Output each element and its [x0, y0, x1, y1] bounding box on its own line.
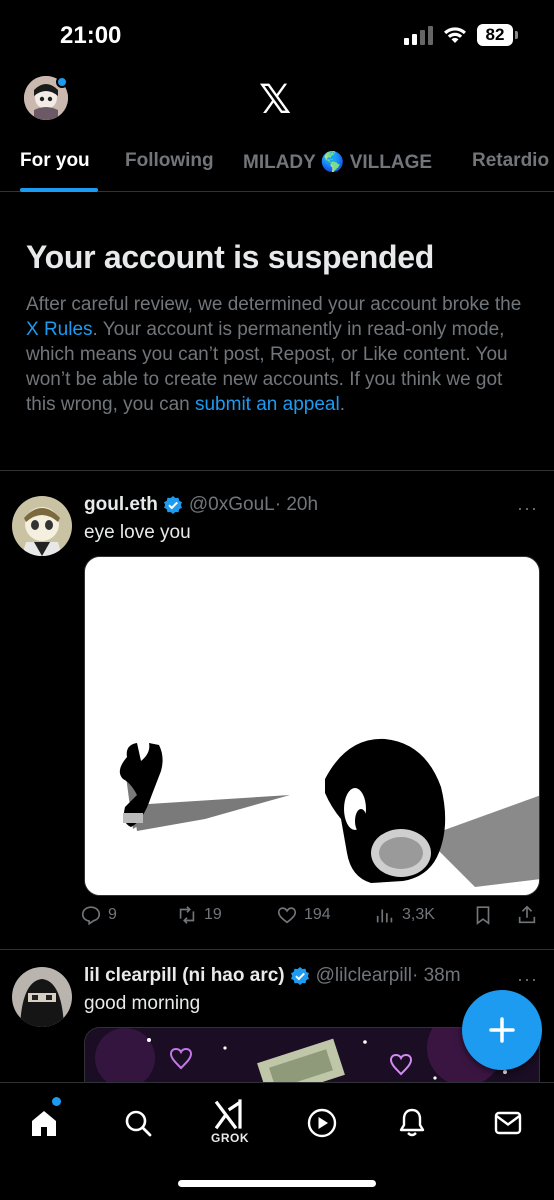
battery-level: 82	[477, 24, 513, 46]
nav-video[interactable]	[300, 1101, 344, 1145]
notice-text: .	[339, 394, 345, 415]
heart-icon	[277, 907, 297, 924]
post-author-avatar[interactable]	[12, 496, 72, 556]
nav-messages[interactable]	[486, 1101, 530, 1145]
reply-count: 9	[108, 906, 117, 923]
like-button[interactable]: 194	[276, 904, 331, 926]
cellular-signal-icon	[404, 25, 433, 45]
plus-icon	[489, 1017, 515, 1043]
wifi-icon	[444, 27, 466, 43]
status-bar: 21:00 82	[0, 0, 554, 62]
notice-title: Your account is suspended	[26, 239, 434, 275]
repost-icon	[179, 906, 195, 924]
post-header: goul.eth @0xGouL · 20h	[84, 494, 318, 516]
more-options-icon[interactable]: ···	[517, 969, 538, 990]
battery-icon: 82	[477, 24, 518, 46]
notification-dot	[56, 76, 68, 88]
grok-label: GROK	[211, 1131, 249, 1145]
nav-search[interactable]	[116, 1101, 160, 1145]
post-header: lil clearpill (ni hao arc) @lilclearpill…	[84, 965, 461, 987]
tab-following[interactable]: Following	[125, 150, 214, 172]
status-time: 21:00	[60, 22, 122, 49]
post-timestamp: · 38m	[412, 965, 461, 986]
tab-retardio[interactable]: Retardio	[472, 150, 549, 172]
x-rules-link[interactable]: X Rules	[26, 319, 93, 340]
views-icon	[376, 909, 393, 923]
post[interactable]: goul.eth @0xGouL · 20h ··· eye love you	[0, 472, 554, 950]
views-button[interactable]: 3,3K	[374, 904, 435, 926]
tab-for-you[interactable]: For you	[20, 150, 90, 172]
active-tab-indicator	[20, 188, 98, 192]
grok-icon	[214, 1099, 242, 1130]
compose-button[interactable]	[462, 990, 542, 1070]
author-handle[interactable]: @lilclearpill	[316, 965, 412, 987]
author-handle[interactable]: @0xGouL	[189, 494, 275, 516]
post-timestamp: · 20h	[274, 494, 319, 515]
home-notification-dot	[52, 1097, 61, 1106]
notifications-icon	[399, 1108, 425, 1137]
reply-button[interactable]: 9	[80, 904, 117, 926]
bookmark-icon	[476, 906, 490, 925]
x-logo: 𝕏	[259, 77, 292, 123]
home-icon	[32, 1111, 56, 1136]
author-name[interactable]: lil clearpill (ni hao arc)	[84, 965, 285, 987]
repost-count: 19	[204, 906, 222, 923]
notice-text: After careful review, we determined your…	[26, 294, 522, 315]
views-count: 3,3K	[402, 906, 435, 923]
suspension-notice: Your account is suspended After careful …	[0, 193, 554, 471]
reply-icon	[81, 906, 101, 926]
tab-milady-village[interactable]: MILADY 🌎 VILLAGE	[243, 150, 432, 174]
bookmark-button[interactable]	[472, 904, 494, 926]
share-button[interactable]	[516, 904, 538, 926]
submit-appeal-link[interactable]: submit an appeal	[195, 394, 340, 415]
nav-home[interactable]	[22, 1101, 66, 1145]
author-name[interactable]: goul.eth	[84, 494, 158, 516]
like-count: 194	[304, 906, 331, 923]
search-icon	[125, 1110, 152, 1137]
post-image[interactable]	[84, 556, 540, 896]
nav-notifications[interactable]	[390, 1101, 434, 1145]
notice-body: After careful review, we determined your…	[26, 292, 528, 417]
post-text: eye love you	[84, 522, 191, 543]
video-icon	[307, 1108, 337, 1138]
post-author-avatar[interactable]	[12, 967, 72, 1027]
timeline-tabs: For you Following MILADY 🌎 VILLAGE Retar…	[0, 146, 554, 192]
verified-badge-icon	[163, 496, 182, 514]
home-header: 𝕏 For you Following MILADY 🌎 VILLAGE Ret…	[0, 62, 554, 192]
post-text: good morning	[84, 993, 201, 1014]
share-icon	[518, 905, 536, 924]
verified-badge-icon	[290, 967, 309, 985]
messages-icon	[494, 1111, 522, 1135]
post-actions: 9 19 194 3,3K	[80, 904, 540, 934]
repost-button[interactable]: 19	[176, 904, 222, 926]
home-indicator[interactable]	[178, 1180, 376, 1187]
status-indicators: 82	[404, 24, 518, 46]
more-options-icon[interactable]: ···	[517, 498, 538, 519]
